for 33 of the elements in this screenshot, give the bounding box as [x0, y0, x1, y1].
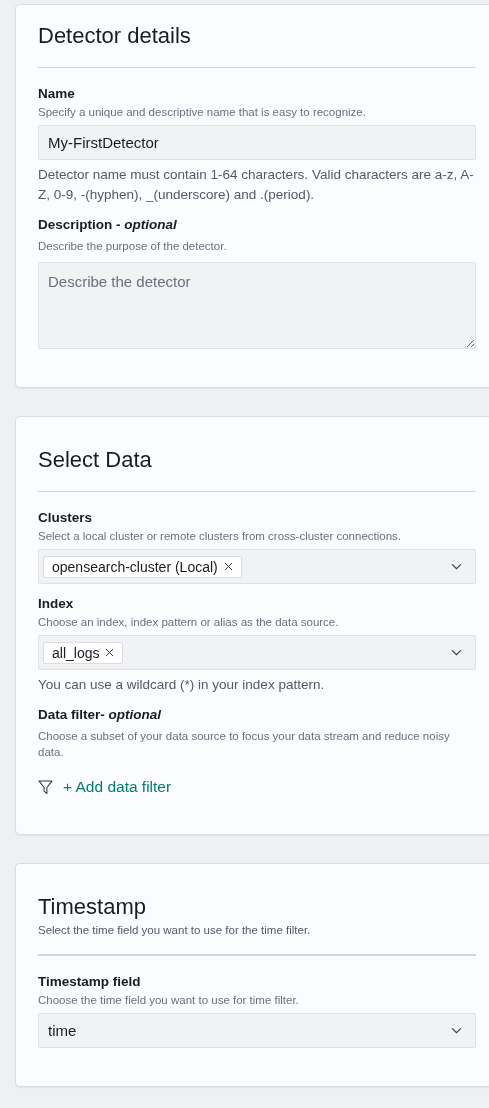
help-text: Choose an index, index pattern or alias as the data source.: [38, 615, 340, 630]
select-value: time: [48, 1022, 77, 1039]
select-field[interactable]: time: [38, 1013, 476, 1048]
filter-icon: [38, 779, 53, 795]
chevron-down-icon: [451, 1027, 462, 1034]
help-text: Select a local cluster or remote clusters from cross-cluster connections.: [38, 529, 403, 544]
section-title: Select Data: [38, 446, 153, 474]
field-label: Timestamp field: [38, 974, 142, 989]
help-text: Specify a unique and descriptive name that is easy to recognize.: [38, 105, 367, 120]
field-note: You can use a wildcard (*) in your index pattern.: [38, 676, 326, 694]
close-icon[interactable]: [223, 562, 233, 571]
section-title: Detector details: [38, 22, 192, 50]
description-field[interactable]: Describe the detector: [38, 262, 476, 349]
add-data-filter-link[interactable]: + Add data filter: [63, 778, 172, 796]
section-title: Timestamp: [38, 893, 147, 921]
combo-box[interactable]: all_logs: [38, 635, 476, 670]
chevron-down-icon: [451, 563, 462, 570]
combo-box[interactable]: opensearch-cluster (Local): [38, 549, 476, 584]
close-icon[interactable]: [105, 648, 115, 657]
field-note: Detector name must contain 1-64 characters. Valid characters are a-z, A-Z, 0-9, -(hyphen), _(underscore) and .(period).: [38, 166, 475, 204]
field-label: Description - optional: [38, 217, 178, 232]
help-text: Describe the purpose of the detector.: [38, 239, 228, 254]
field-label: Clusters: [38, 510, 94, 525]
field-label: Data filter- optional: [38, 707, 162, 722]
help-text: Choose the time field you want to use for time filter.: [38, 993, 300, 1008]
chip-label: opensearch-cluster (Local): [52, 558, 218, 575]
name-input[interactable]: My-FirstDetector: [38, 125, 476, 160]
field-label: Name: [38, 86, 76, 101]
help-text: Choose a subset of your data source to focus your data stream and reduce noisy data.: [38, 729, 451, 760]
field-label: Index: [38, 596, 75, 611]
chip-label: all_logs: [52, 644, 100, 661]
section-subtitle: Select the time field you want to use for the time filter.: [38, 924, 312, 936]
chevron-down-icon: [451, 649, 462, 656]
